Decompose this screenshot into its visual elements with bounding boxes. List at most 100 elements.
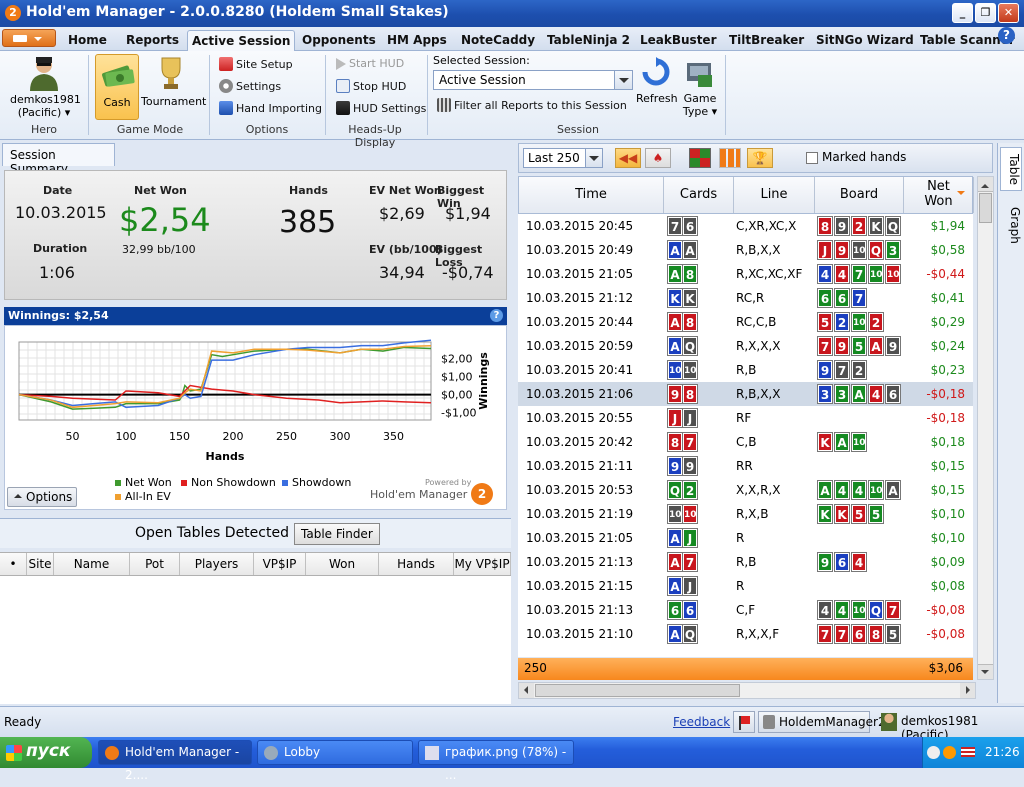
open-tables-list[interactable] [0, 576, 511, 704]
hand-row[interactable]: 10.03.2015 20:41 10 10 R,B 9 7 2 $0,23 [518, 358, 973, 382]
hands-table-body[interactable]: 10.03.2015 20:45 7 6 C,XR,XC,X 8 9 2 K Q $1,94 10.… [518, 214, 973, 657]
grid-icon[interactable] [689, 148, 711, 168]
col-site[interactable]: Site [27, 553, 54, 575]
hand-row[interactable]: 10.03.2015 20:45 7 6 C,XR,XC,X 8 9 2 K Q $1,94 [518, 214, 973, 238]
hand-row[interactable]: 10.03.2015 20:42 8 7 C,B K A 10 $0,18 [518, 430, 973, 454]
start-button[interactable]: пуск [0, 737, 92, 768]
col-board[interactable]: Board [815, 177, 904, 213]
col-time[interactable]: Time [519, 177, 664, 213]
col-name[interactable]: Name [54, 553, 130, 575]
hud-settings-button[interactable]: HUD Settings [336, 101, 426, 115]
hm2-status-button[interactable]: HoldemManager2 [758, 711, 886, 733]
site-setup-button[interactable]: Site Setup [219, 57, 293, 71]
col-pot[interactable]: Pot [130, 553, 180, 575]
tab-opponents[interactable]: Opponents [298, 30, 380, 51]
tournament-button[interactable]: Tournament [141, 54, 206, 120]
hand-row[interactable]: 10.03.2015 21:19 10 10 R,X,B K K 5 5 $0,10 [518, 502, 973, 526]
info-icon[interactable]: ? [490, 309, 503, 322]
trophy-filter-icon[interactable]: 🏆 [747, 148, 773, 168]
marked-hands-checkbox[interactable] [806, 152, 818, 164]
hand-importing-button[interactable]: Hand Importing [219, 101, 322, 115]
scroll-left-icon[interactable] [519, 683, 534, 698]
hero-site[interactable]: (Pacific) ▾ [10, 106, 78, 119]
col-net-won[interactable]: Net Won [904, 177, 974, 213]
options-button[interactable]: Options [7, 487, 77, 507]
hand-row[interactable]: 10.03.2015 21:06 9 8 R,B,X,X 3 3 A 4 6 -$0,18 [518, 382, 973, 406]
taskbar-item-lobby[interactable]: Lobby [257, 740, 413, 765]
hand-row[interactable]: 10.03.2015 21:05 A J R $0,10 [518, 526, 973, 550]
tab-tiltbreaker[interactable]: TiltBreaker [725, 30, 808, 51]
replay-cards-icon[interactable]: ♠ [645, 148, 671, 168]
scroll-down-icon[interactable] [978, 664, 993, 679]
app-menu-button[interactable] [2, 29, 56, 47]
scroll-right-icon[interactable] [960, 683, 975, 698]
hero-avatar-icon[interactable] [28, 55, 60, 91]
cash-button[interactable]: Cash [95, 54, 139, 120]
close-button[interactable]: ✕ [998, 3, 1019, 23]
side-tab-graph[interactable]: Graph [1000, 203, 1022, 251]
hand-row[interactable]: 10.03.2015 21:11 9 9 RR $0,15 [518, 454, 973, 478]
filter-reports-button[interactable]: Filter all Reports to this Session [437, 98, 627, 112]
chevron-down-icon[interactable] [585, 149, 602, 167]
back-icon[interactable] [927, 746, 940, 759]
hand-row[interactable]: 10.03.2015 20:49 A A R,B,X,X J 9 10 Q 3 $0,58 [518, 238, 973, 262]
taskbar-item-image-viewer[interactable]: график.png (78%) - ... [418, 740, 574, 782]
flag-icon[interactable] [733, 711, 755, 733]
side-tab-table[interactable]: Table [1000, 147, 1022, 191]
game-type-button[interactable]: Game Type ▾ [680, 55, 720, 119]
hand-row[interactable]: 10.03.2015 20:53 Q 2 X,X,R,X A 4 4 10 A $0,15 [518, 478, 973, 502]
hand-row[interactable]: 10.03.2015 21:05 A 8 R,XC,XC,XF 4 4 7 10 10 -$0,4… [518, 262, 973, 286]
col-players[interactable]: Players [180, 553, 254, 575]
hands-horizontal-scrollbar[interactable] [518, 682, 976, 699]
col-vpip[interactable]: VP$IP [254, 553, 306, 575]
tab-leakbuster[interactable]: LeakBuster [636, 30, 721, 51]
hscroll-thumb[interactable] [535, 684, 740, 697]
tab-tableninja[interactable]: TableNinja 2 [543, 30, 634, 51]
table-finder-button[interactable]: Table Finder [294, 523, 380, 545]
hands-filter-dropdown[interactable]: Last 250 [523, 148, 603, 168]
help-icon[interactable]: ? [998, 27, 1015, 44]
scroll-thumb[interactable] [979, 193, 992, 223]
taskbar-item-holdem-manager[interactable]: Hold'em Manager - 2.... [98, 740, 252, 782]
start-hud-button[interactable]: Start HUD [336, 57, 404, 70]
tab-home[interactable]: Home [64, 30, 111, 51]
tab-active-session[interactable]: Active Session [187, 30, 296, 51]
rewind-icon[interactable]: ◀◀ [615, 148, 641, 168]
maximize-button[interactable]: ❐ [975, 3, 996, 23]
hand-row[interactable]: 10.03.2015 20:44 A 8 RC,C,B 5 2 10 2 $0,29 [518, 310, 973, 334]
col-hands[interactable]: Hands [379, 553, 454, 575]
selected-session-dropdown[interactable]: Active Session [433, 70, 633, 90]
hand-row[interactable]: 10.03.2015 21:13 6 6 C,F 4 4 10 Q 7 -$0,08 [518, 598, 973, 622]
tab-notecaddy[interactable]: NoteCaddy [457, 30, 539, 51]
board-card: 5 [817, 312, 833, 332]
col-line[interactable]: Line [734, 177, 815, 213]
col-marker[interactable]: • [0, 553, 27, 575]
hand-row[interactable]: 10.03.2015 21:15 A J R $0,08 [518, 574, 973, 598]
chevron-down-icon[interactable] [614, 71, 632, 89]
us-flag-icon[interactable] [961, 747, 975, 757]
feedback-link[interactable]: Feedback [673, 715, 730, 729]
tab-reports[interactable]: Reports [122, 30, 183, 51]
col-my-vpip[interactable]: My VP$IP [454, 553, 511, 575]
hands-vertical-scrollbar[interactable] [977, 176, 994, 680]
hand-row[interactable]: 10.03.2015 20:59 A Q R,X,X,X 7 9 5 A 9 $0,24 [518, 334, 973, 358]
settings-button[interactable]: Settings [219, 79, 281, 93]
tab-hm-apps[interactable]: HM Apps [383, 30, 451, 51]
tab-sitngo-wizard[interactable]: SitNGo Wizard [812, 30, 918, 51]
group-options-label: Options [245, 123, 289, 136]
hand-line: RR [736, 459, 753, 473]
hand-row[interactable]: 10.03.2015 21:10 A Q R,X,X,F 7 7 6 8 5 -$0,08 [518, 622, 973, 646]
refresh-button[interactable]: Refresh [636, 55, 678, 113]
scroll-up-icon[interactable] [978, 177, 993, 192]
tab-session-summary[interactable]: Session Summary [2, 143, 115, 176]
stop-hud-button[interactable]: Stop HUD [336, 79, 406, 93]
hero-name[interactable]: demkos1981 [10, 93, 81, 106]
minimize-button[interactable]: _ [952, 3, 973, 23]
hand-row[interactable]: 10.03.2015 21:13 A 7 R,B 9 6 4 $0,09 [518, 550, 973, 574]
hand-row[interactable]: 10.03.2015 20:55 J J RF -$0,18 [518, 406, 973, 430]
col-won[interactable]: Won [306, 553, 379, 575]
hand-row[interactable]: 10.03.2015 21:12 K K RC,R 6 6 7 $0,41 [518, 286, 973, 310]
col-cards[interactable]: Cards [664, 177, 734, 213]
orange-app-icon[interactable] [943, 746, 956, 759]
bar-chart-icon[interactable] [719, 148, 741, 168]
